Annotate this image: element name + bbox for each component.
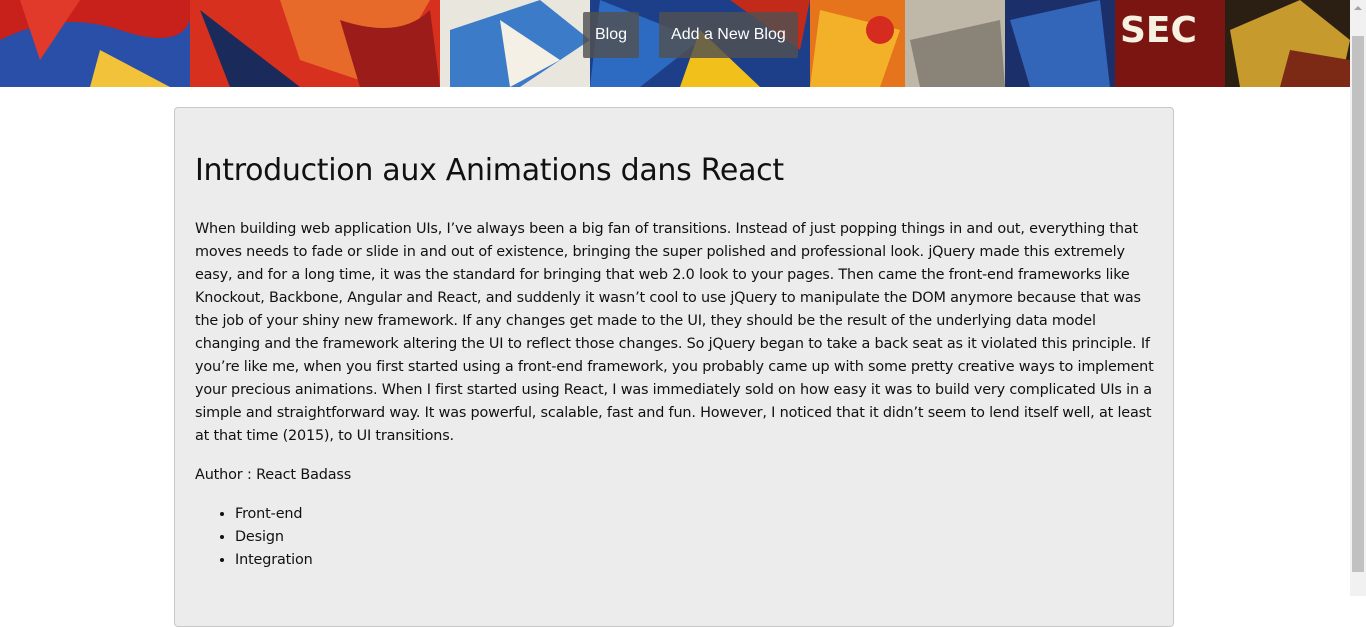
nav-link-blog[interactable]: Blog [583,12,640,58]
scroll-up-arrow-icon[interactable] [1350,0,1366,17]
svg-text:SEC: SEC [1120,10,1197,51]
tag-item: Front-end [235,503,1153,526]
main-navigation: Blog Add a New Blog [583,12,798,58]
comic-banner-header: SEC Blog Add a New Blog [0,0,1350,87]
post-tags-list: Front-end Design Integration [195,503,1153,572]
post-body: When building web application UIs, I’ve … [195,221,1154,444]
tag-item: Integration [235,549,1153,572]
post-author: Author : React Badass [195,467,352,483]
nav-link-add-new-blog[interactable]: Add a New Blog [659,12,798,58]
blog-post-card: Introduction aux Animations dans React W… [174,107,1174,627]
tag-item: Design [235,526,1153,549]
post-title: Introduction aux Animations dans React [195,153,784,188]
scrollbar-thumb[interactable] [1352,36,1364,572]
